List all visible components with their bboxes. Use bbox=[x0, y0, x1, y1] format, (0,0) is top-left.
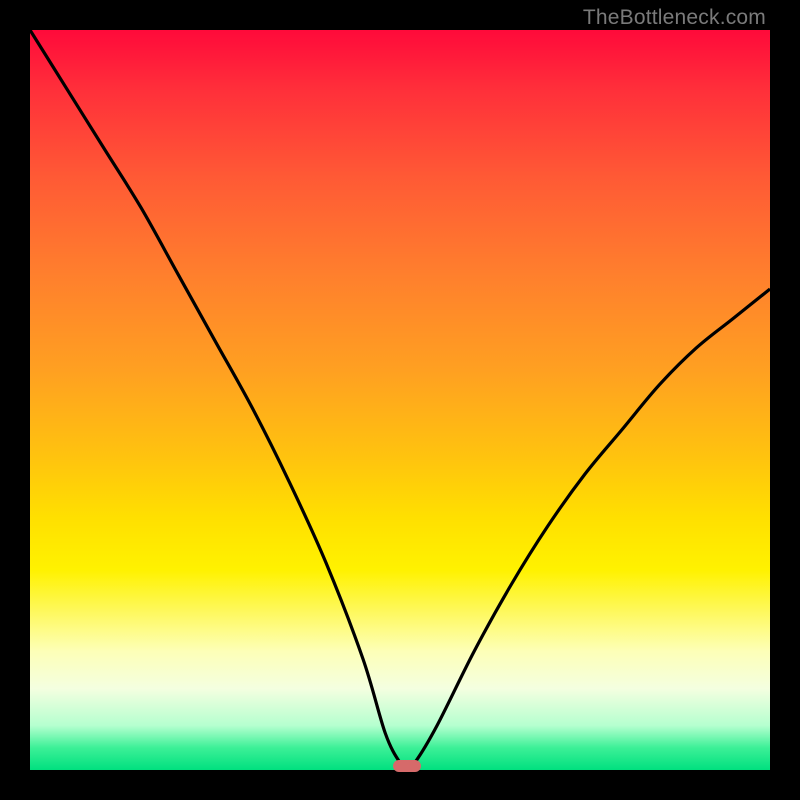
bottleneck-curve bbox=[30, 30, 770, 770]
bottleneck-minimum-marker bbox=[393, 760, 421, 772]
watermark-label: TheBottleneck.com bbox=[583, 6, 766, 30]
plot-area bbox=[30, 30, 770, 770]
chart-frame: TheBottleneck.com bbox=[0, 0, 800, 800]
